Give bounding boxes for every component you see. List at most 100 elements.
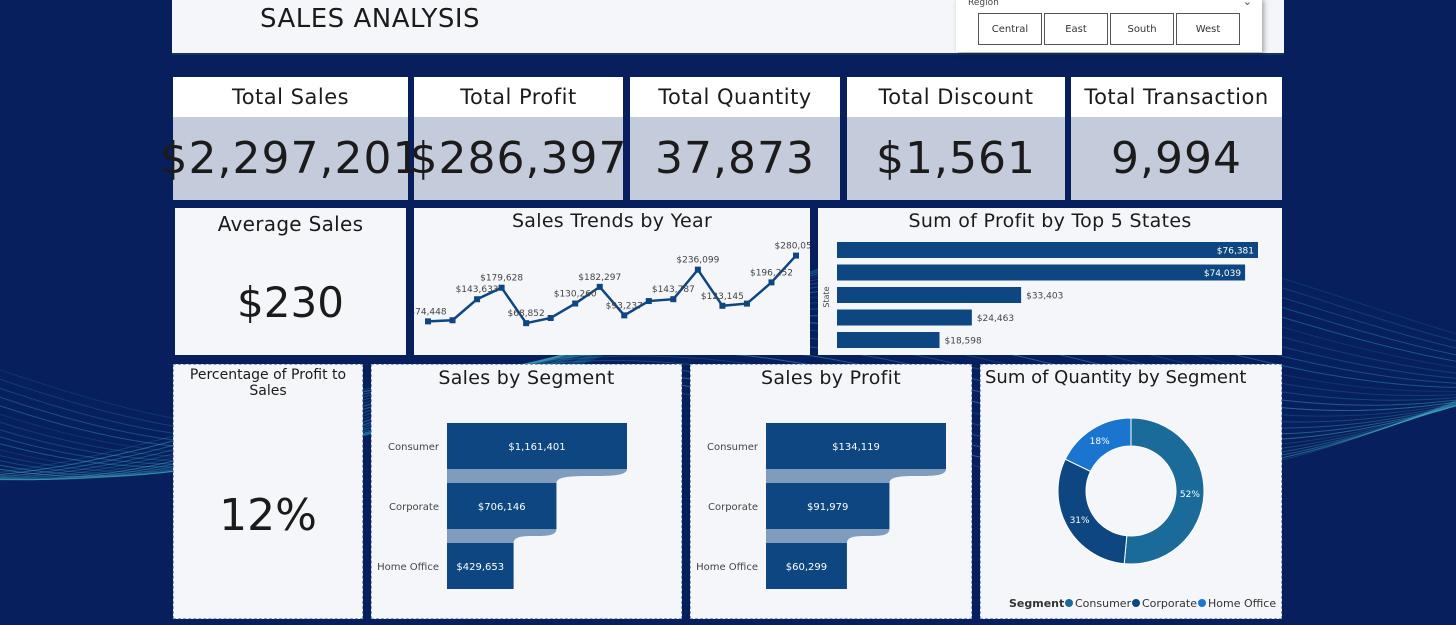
card-title: Average Sales (217, 212, 364, 236)
trend-point (719, 302, 726, 309)
trend-point (449, 317, 456, 324)
legend-label: Home Office (1208, 597, 1276, 610)
trend-point (547, 315, 554, 321)
funnel-data-label: $429,653 (456, 562, 504, 573)
trend-data-label: $179,628 (480, 274, 523, 284)
legend-title: Segment (1009, 597, 1064, 610)
average-sales-card: Average Sales $230 (175, 208, 406, 355)
page-title: SALES ANALYSIS (260, 4, 481, 34)
funnel-category-label: Corporate (708, 502, 758, 513)
trend-point (694, 266, 701, 273)
axis-label-state: State (822, 286, 831, 307)
state-bar (837, 332, 940, 348)
kpi-value: $286,397 (410, 117, 626, 200)
slicer-option-south[interactable]: South (1110, 13, 1174, 45)
kpi-value: 9,994 (1071, 117, 1282, 200)
legend-label: Corporate (1142, 597, 1197, 610)
trend-data-label: $196,252 (750, 268, 793, 278)
kpi-value: $2,297,201 (160, 117, 420, 200)
funnel-category-label: Consumer (707, 442, 759, 453)
legend-marker (1198, 599, 1206, 607)
legend-marker (1132, 599, 1140, 607)
funnel-data-label: $60,299 (786, 562, 827, 573)
kpi-value: $1,561 (847, 117, 1065, 200)
funnel-category-label: Home Office (696, 562, 758, 573)
funnel-chart-svg: $1,161,401 Consumer $706,146 Corporate $429,… (377, 423, 627, 589)
trend-data-label: $130,260 (554, 290, 597, 300)
kpi-total-profit: Total Profit $286,397 (410, 77, 626, 200)
trend-point (743, 300, 750, 307)
sales-by-profit-chart: Sales by Profit $134,119 Consumer $91,979 C… (690, 364, 972, 619)
top-states-chart: Sum of Profit by Top 5 States State $76,3… (818, 208, 1282, 355)
trend-point (670, 296, 677, 303)
trend-data-label: $236,099 (676, 256, 719, 266)
kpi-label: Total Quantity (630, 77, 840, 117)
trend-point (768, 279, 775, 286)
bar-data-label: $74,039 (1204, 269, 1241, 279)
trend-point (645, 298, 652, 305)
kpi-label: Total Sales (173, 77, 408, 117)
kpi-label: Total Transaction (1071, 77, 1282, 117)
funnel-connector (447, 469, 627, 483)
kpi-label: Total Profit (414, 77, 623, 117)
trend-point (793, 252, 799, 259)
funnel-chart-svg: $134,119 Consumer $91,979 Corporate $60,299 H… (696, 423, 946, 589)
trend-data-label: $143,633 (456, 285, 499, 295)
funnel-connector (766, 469, 946, 483)
card-title-line1: Percentage of Profit to (189, 367, 347, 383)
trend-data-label: $74,448 (414, 307, 447, 317)
card-title: Percentage of Profit to Sales (174, 367, 362, 399)
trend-data-label: $182,297 (578, 273, 621, 283)
trend-point (596, 283, 603, 290)
region-slicer: Region ⌄ Central East South West (956, 0, 1262, 52)
state-bar (837, 309, 972, 326)
funnel-connector (447, 529, 557, 543)
bar-chart-svg: State $76,381 $74,039 $33,403 $24,463 $18,598 (822, 242, 1258, 348)
trend-point (621, 312, 628, 319)
card-value: 12% (219, 490, 317, 541)
trend-data-label: $123,145 (701, 292, 744, 302)
profit-percentage-card: Percentage of Profit to Sales 12% (173, 364, 363, 619)
quantity-by-segment-chart: Sum of Quantity by Segment 52% 31% 18% Segm… (980, 364, 1282, 619)
donut-data-label: 31% (1070, 516, 1090, 526)
trend-point (474, 296, 481, 303)
donut-data-label: 18% (1090, 437, 1110, 447)
trend-data-label: $143,787 (652, 285, 695, 295)
slicer-option-central[interactable]: Central (978, 13, 1042, 45)
kpi-total-sales: Total Sales $2,297,201 (160, 77, 420, 200)
kpi-label: Total Discount (847, 77, 1065, 117)
funnel-connector (766, 529, 890, 543)
funnel-category-label: Home Office (377, 562, 439, 573)
legend-marker (1065, 599, 1073, 607)
trend-point (498, 284, 505, 291)
bar-data-label: $18,598 (945, 337, 982, 347)
funnel-data-label: $1,161,401 (508, 442, 565, 453)
line-chart-svg: $74,448 $143,633$179,628 $68,852 $130,260 $1… (414, 242, 810, 327)
state-bar (837, 287, 1022, 303)
slicer-option-west[interactable]: West (1176, 13, 1240, 45)
slicer-option-east[interactable]: East (1044, 13, 1108, 45)
funnel-category-label: Corporate (389, 502, 439, 513)
donut-slice (1057, 458, 1128, 565)
bar-data-label: $24,463 (977, 314, 1014, 324)
funnel-data-label: $134,119 (832, 442, 880, 453)
card-value: $230 (237, 278, 344, 327)
trend-data-label: $280,054 (775, 242, 810, 252)
kpi-total-quantity: Total Quantity 37,873 (630, 77, 840, 200)
kpi-total-transaction: Total Transaction 9,994 (1071, 77, 1282, 200)
card-title-line2: Sales (249, 383, 287, 399)
trend-point (523, 320, 530, 327)
state-bar (837, 264, 1246, 281)
trend-point (572, 300, 579, 307)
slicer-label: Region (968, 0, 999, 8)
kpi-total-discount: Total Discount $1,561 (847, 77, 1065, 200)
bar-data-label: $76,381 (1217, 247, 1254, 257)
chevron-down-icon[interactable]: ⌄ (1243, 0, 1252, 8)
kpi-value: 37,873 (630, 117, 840, 200)
bar-data-label: $33,403 (1026, 292, 1063, 302)
funnel-data-label: $706,146 (478, 502, 526, 513)
legend-label: Consumer (1075, 597, 1132, 610)
header-bar: SALES ANALYSIS Region ⌄ Central East Sou… (172, 0, 1284, 55)
trend-data-label: $68,852 (508, 309, 545, 319)
funnel-category-label: Consumer (388, 442, 440, 453)
